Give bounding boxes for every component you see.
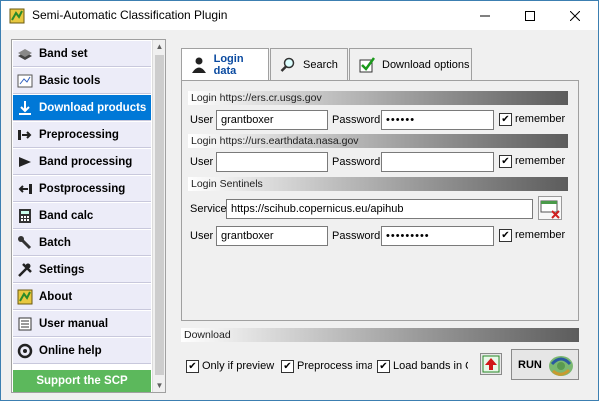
sidebar-item-download-products[interactable]: Download products: [13, 95, 151, 121]
download-icon: [17, 100, 33, 116]
sentinels-user-label: User: [190, 230, 214, 242]
sidebar-item-label: Preprocessing: [39, 128, 119, 141]
user-manual-icon: [17, 316, 33, 332]
preprocess-image-checkbox[interactable]: ✔: [281, 360, 294, 373]
earthdata-password-input[interactable]: [381, 152, 494, 172]
sentinels-remember-label: remember: [515, 229, 566, 241]
sidebar-item-band-calc[interactable]: Band calc: [13, 203, 151, 229]
sidebar-item-preprocessing[interactable]: Preprocessing: [13, 122, 151, 148]
sidebar-item-label: Postprocessing: [39, 182, 126, 195]
service-label: Service: [190, 203, 227, 215]
sentinels-user-input[interactable]: grantboxer: [216, 226, 328, 246]
sidebar-item-label: Settings: [39, 263, 85, 276]
tab-label: Login data: [213, 53, 244, 77]
basic-tools-icon: [17, 73, 33, 89]
only-preview-label: Only if preview in: [202, 360, 276, 372]
tab-label: Download options: [382, 58, 470, 71]
reset-service-icon: [540, 200, 560, 219]
scrollbar-thumb[interactable]: [155, 55, 164, 375]
scroll-up-icon[interactable]: ▲: [153, 40, 166, 53]
about-icon: [17, 289, 33, 305]
checkmark-icon: [358, 56, 376, 74]
sidebar-item-user-manual[interactable]: User manual: [13, 311, 151, 337]
preprocess-image-label: Preprocess image: [297, 360, 372, 372]
sidebar-item-label: Band processing: [39, 155, 133, 168]
earthdata-remember-label: remember: [515, 155, 566, 167]
band-set-icon: [17, 46, 33, 62]
earthdata-user-input[interactable]: [216, 152, 328, 172]
usgs-user-label: User: [190, 114, 214, 126]
sentinels-password-label: Password: [332, 230, 381, 242]
sidebar: Band set Basic tools Download products P…: [11, 39, 166, 393]
usgs-remember-checkbox[interactable]: ✔: [499, 113, 512, 126]
sidebar-item-settings[interactable]: Settings: [13, 257, 151, 283]
online-help-icon: [17, 343, 33, 359]
earthdata-password-label: Password: [332, 156, 381, 168]
batch-icon: [17, 235, 33, 251]
usgs-user-input[interactable]: grantboxer: [216, 110, 328, 130]
earthdata-user-label: User: [190, 156, 214, 168]
postprocessing-icon: [17, 181, 33, 197]
tab-search[interactable]: Search: [270, 48, 348, 80]
sidebar-item-batch[interactable]: Batch: [13, 230, 151, 256]
earthdata-remember-checkbox[interactable]: ✔: [499, 155, 512, 168]
load-bands-label: Load bands in QG: [393, 360, 468, 372]
arrow-up-icon: [482, 355, 500, 373]
load-bands-checkbox[interactable]: ✔: [377, 360, 390, 373]
maximize-button[interactable]: [507, 1, 552, 30]
support-scp-button[interactable]: Support the SCP: [13, 370, 151, 392]
sidebar-item-label: Online help: [39, 344, 102, 357]
sidebar-item-label: User manual: [39, 317, 109, 330]
sidebar-item-online-help[interactable]: Online help: [13, 338, 151, 364]
sidebar-item-about[interactable]: About: [13, 284, 151, 310]
scp-app-icon: [9, 8, 25, 24]
export-links-button[interactable]: [480, 353, 502, 375]
settings-icon: [17, 262, 33, 278]
sidebar-item-label: About: [39, 290, 73, 303]
only-preview-checkbox[interactable]: ✔: [186, 360, 199, 373]
band-calc-icon: [17, 208, 33, 224]
window-title: Semi-Automatic Classification Plugin: [32, 8, 228, 22]
main-window: Semi-Automatic Classification Plugin Ban…: [0, 0, 599, 401]
scroll-down-icon[interactable]: ▼: [153, 379, 166, 392]
tab-login-data[interactable]: Login data: [181, 48, 269, 81]
sidebar-item-basic-tools[interactable]: Basic tools: [13, 68, 151, 94]
tab-label: Search: [303, 58, 338, 71]
sidebar-scrollbar[interactable]: ▲ ▼: [152, 40, 165, 392]
sidebar-item-postprocessing[interactable]: Postprocessing: [13, 176, 151, 202]
search-icon: [279, 56, 297, 74]
preprocessing-icon: [17, 127, 33, 143]
reset-service-button[interactable]: [538, 196, 562, 220]
run-icon: [548, 355, 573, 376]
usgs-password-label: Password: [332, 114, 381, 126]
sidebar-item-label: Download products: [39, 101, 147, 114]
service-url-input[interactable]: https://scihub.copernicus.eu/apihub: [226, 199, 533, 219]
sentinels-password-input[interactable]: •••••••••: [381, 226, 494, 246]
run-button[interactable]: RUN: [511, 349, 579, 380]
usgs-password-input[interactable]: ••••••: [381, 110, 494, 130]
title-bar: Semi-Automatic Classification Plugin: [1, 1, 598, 30]
user-icon: [190, 56, 208, 74]
sentinels-remember-checkbox[interactable]: ✔: [499, 229, 512, 242]
tab-download-options[interactable]: Download options: [349, 48, 472, 80]
sidebar-item-label: Batch: [39, 236, 71, 249]
usgs-login-header: Login https://ers.cr.usgs.gov: [188, 91, 568, 105]
run-label: RUN: [518, 358, 542, 371]
band-processing-icon: [17, 154, 33, 170]
sidebar-item-band-set[interactable]: Band set: [13, 41, 151, 67]
close-button[interactable]: [552, 1, 597, 30]
earthdata-login-header: Login https://urs.earthdata.nasa.gov: [188, 134, 568, 148]
sidebar-item-band-processing[interactable]: Band processing: [13, 149, 151, 175]
minimize-button[interactable]: [462, 1, 507, 30]
sidebar-item-label: Band set: [39, 47, 88, 60]
sidebar-item-label: Band calc: [39, 209, 94, 222]
sidebar-item-label: Basic tools: [39, 74, 101, 87]
usgs-remember-label: remember: [515, 113, 566, 125]
download-header: Download: [181, 328, 579, 342]
sentinels-login-header: Login Sentinels: [188, 177, 568, 191]
